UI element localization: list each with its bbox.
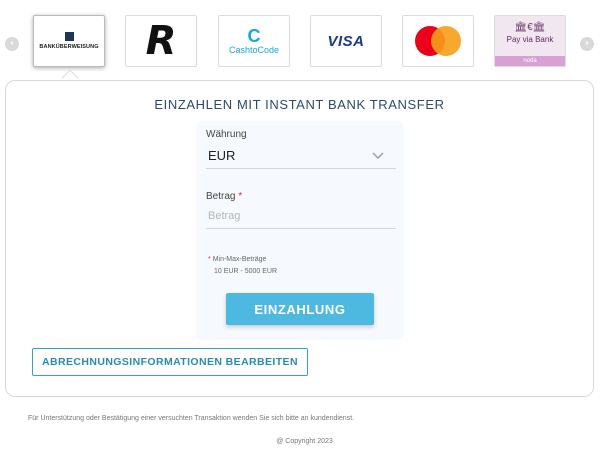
required-mark: * [238,191,243,202]
revolut-logo: R [145,18,177,64]
method-mastercard[interactable] [402,15,474,67]
deposit-button[interactable]: EINZAHLUNG [226,293,374,325]
bank-icon [64,32,74,41]
method-cashtocode[interactable]: C CashtoCode [218,15,290,67]
page-title: EINZAHLEN MIT INSTANT BANK TRANSFER [154,97,445,112]
bank-transfer-logo: BANKÜBERWEISUNG [39,32,98,50]
amount-label-text: Betrag [206,191,236,202]
method-visa[interactable]: VISA [310,15,382,67]
mastercard-logo [415,26,461,56]
amount-limits: * Min-Max-Beträge 10 EUR - 5000 EUR [208,254,277,278]
limits-range: 10 EUR - 5000 EUR [214,268,278,275]
copyright: @ Copyright 2023 [276,438,333,445]
amount-label: Betrag * [206,191,242,202]
limits-mark: * [208,256,211,263]
carousel-next-arrow[interactable]: › [580,37,594,51]
limits-title: Min-Max-Beträge [212,256,267,263]
cashtocode-c-icon: C [247,26,261,46]
deposit-card: EINZAHLEN MIT INSTANT BANK TRANSFER Währ… [5,80,594,397]
euro-bank-icon: 🏛€🏛 [514,22,546,33]
currency-value: EUR [208,148,236,163]
currency-select[interactable]: EUR [206,143,396,169]
visa-logo: VISA [327,32,365,50]
deposit-form: Währung EUR Betrag * * Min-Max-Beträge 1… [196,121,404,340]
amount-field[interactable] [206,203,396,229]
support-note: Für Unterstützung oder Bestätigung einer… [28,415,355,422]
currency-label: Währung [206,129,247,140]
cashtocode-logo-text: CashtoCode [228,45,280,55]
mastercard-orange-circle [431,26,461,56]
bank-transfer-logo-text: BANKÜBERWEISUNG [39,44,99,50]
method-bank-transfer[interactable]: BANKÜBERWEISUNG [33,15,105,87]
cashtocode-logo: C CashtoCode [229,27,279,55]
amount-input[interactable] [206,203,396,228]
method-revolut[interactable]: R [125,15,197,67]
payment-method-carousel: ‹ BANKÜBERWEISUNG R C CashtoCode VISA 🏛€… [0,0,609,87]
pay-via-bank-logo-text: Pay via Bank [506,35,554,44]
chevron-down-icon [372,152,384,159]
edit-billing-info-button[interactable]: ABRECHNUNGSINFORMATIONEN BEARBEITEN [32,348,308,376]
method-pay-via-bank[interactable]: 🏛€🏛 Pay via Bank noda [494,15,566,67]
carousel-prev-arrow[interactable]: ‹ [5,37,19,51]
noda-brand-bar: noda [495,56,565,66]
